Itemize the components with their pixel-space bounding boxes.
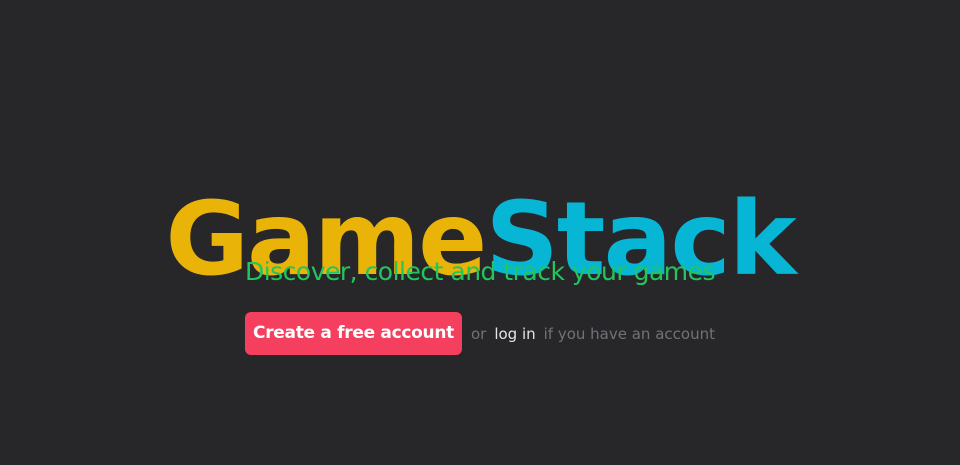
cta-row: Create a free account or log in if you h…: [0, 312, 960, 355]
create-account-button[interactable]: Create a free account: [245, 312, 462, 355]
hero-section: GameStack Discover, collect and track yo…: [0, 0, 960, 465]
login-link[interactable]: log in: [494, 325, 535, 343]
account-hint-text: if you have an account: [543, 324, 715, 343]
tagline: Discover, collect and track your games: [244, 257, 716, 286]
or-text: or: [470, 324, 487, 343]
